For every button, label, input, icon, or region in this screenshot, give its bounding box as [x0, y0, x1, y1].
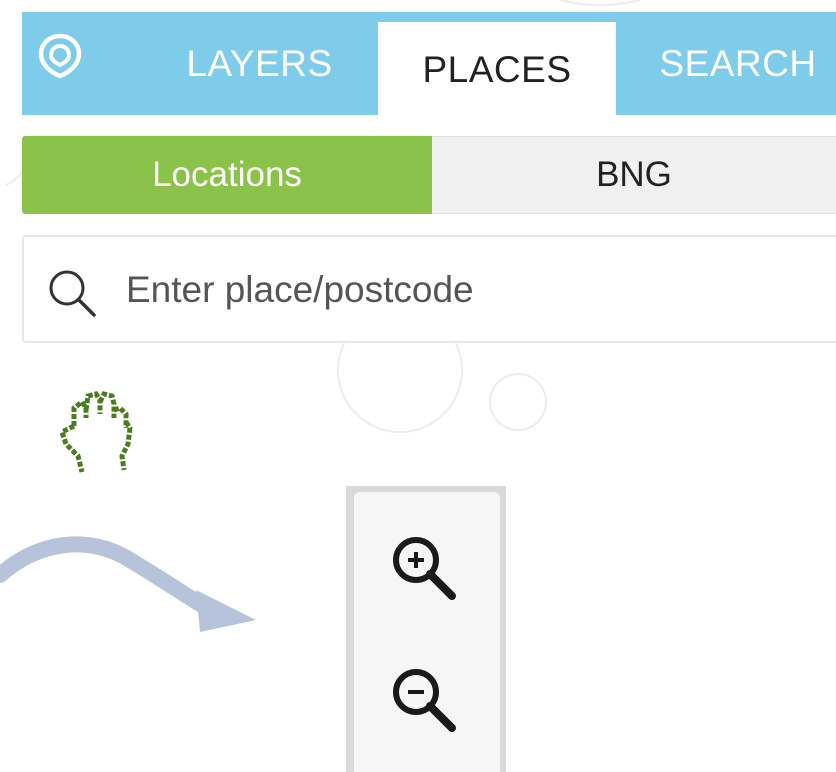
segment-locations[interactable]: Locations — [22, 136, 432, 214]
location-pin-logo-icon[interactable] — [36, 32, 84, 80]
decor-circle — [489, 373, 547, 431]
zoom-out-icon[interactable] — [386, 662, 466, 742]
tab-places[interactable]: PLACES — [378, 22, 616, 117]
zoom-control-inner — [354, 492, 500, 772]
segment-bng[interactable]: BNG — [432, 136, 836, 214]
decor-arc — [559, 0, 641, 6]
search-icon — [49, 270, 96, 317]
map-panel-screen: LAYERS PLACES SEARCH Locations BNG — [0, 0, 836, 772]
top-tab-bar: LAYERS PLACES SEARCH — [22, 12, 836, 117]
tab-layers[interactable]: LAYERS — [142, 12, 377, 115]
hand-grab-cursor-icon — [58, 391, 133, 473]
zoom-in-icon[interactable] — [386, 530, 466, 610]
tab-search[interactable]: SEARCH — [640, 12, 836, 115]
place-search-input[interactable] — [126, 259, 826, 321]
zoom-control-panel — [346, 486, 506, 772]
curved-arrow-icon — [0, 536, 256, 632]
place-search-box — [22, 235, 836, 343]
